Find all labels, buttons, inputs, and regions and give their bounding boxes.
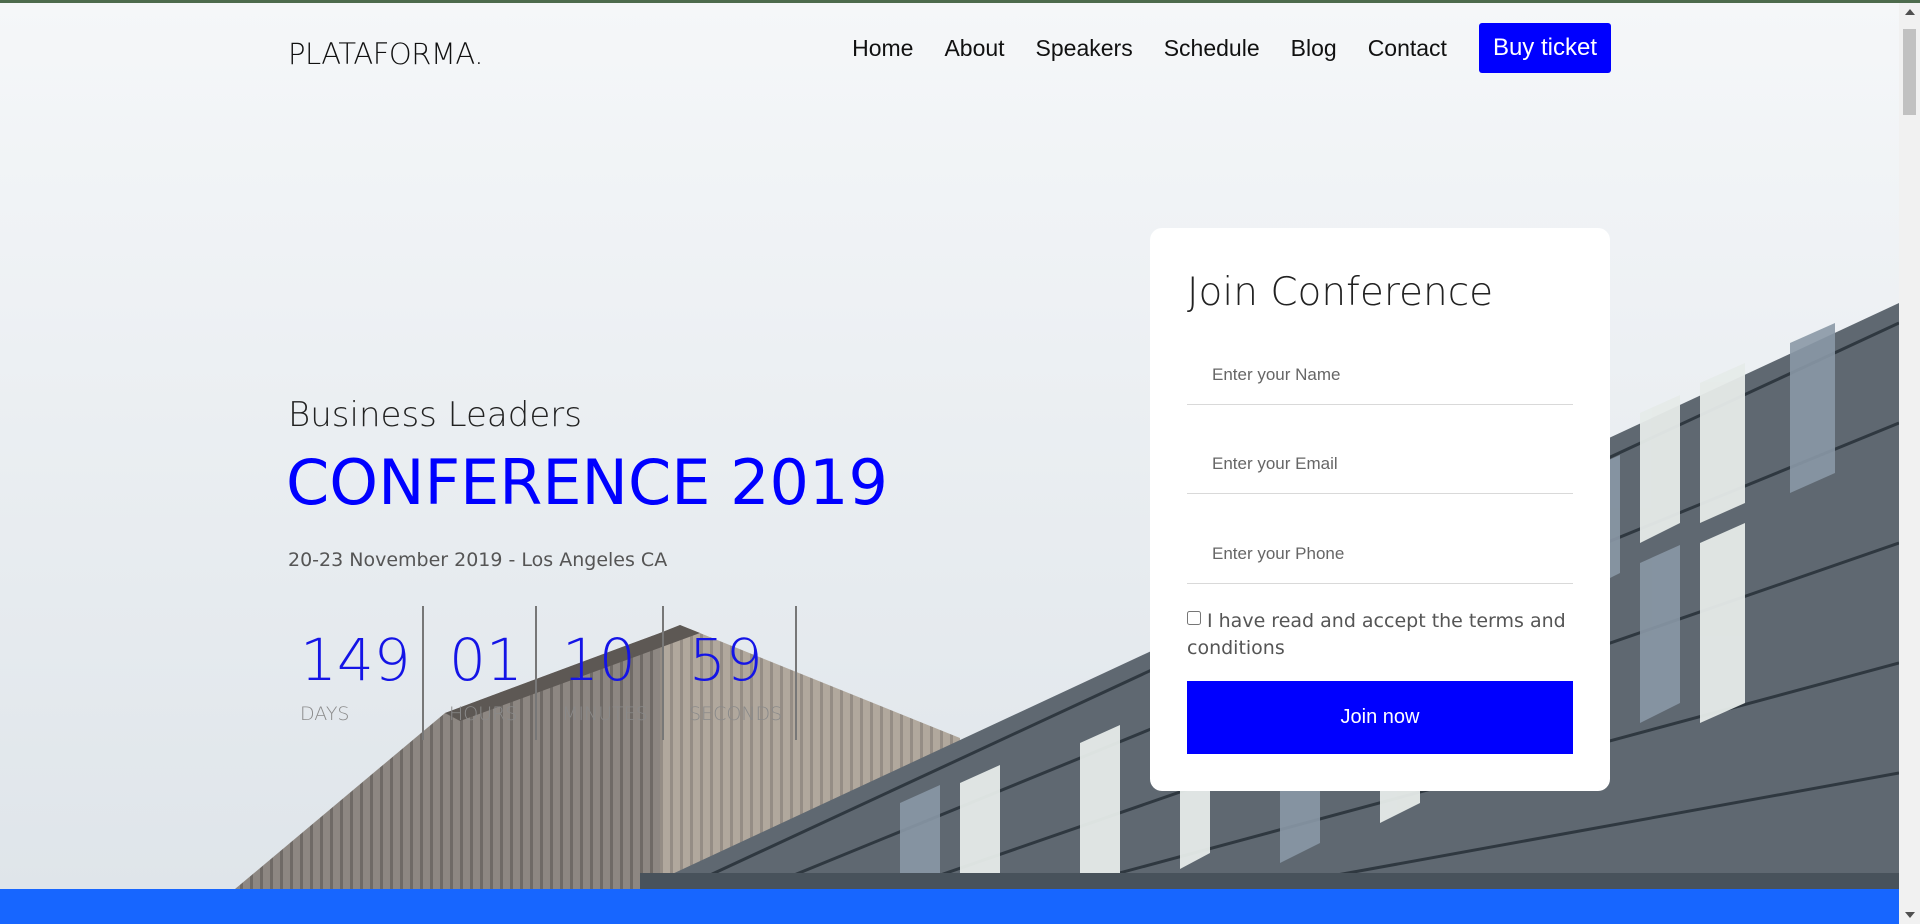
countdown-timer: 149 DAYS 01 HOURS 10 MINUTES 59 SECONDS: [288, 606, 797, 740]
terms-label: I have read and accept the terms and con…: [1187, 610, 1566, 659]
nav-schedule[interactable]: Schedule: [1164, 35, 1260, 62]
window-top-border: [0, 0, 1920, 3]
countdown-minutes-label: MINUTES: [562, 703, 648, 725]
countdown-hours-value: 01: [449, 626, 523, 694]
countdown-hours-label: HOURS: [449, 703, 518, 725]
nav-speakers[interactable]: Speakers: [1036, 35, 1133, 62]
page-scrollbar[interactable]: [1899, 3, 1920, 924]
join-now-button[interactable]: Join now: [1187, 681, 1573, 754]
next-section-band: [0, 889, 1899, 924]
nav-about[interactable]: About: [944, 35, 1004, 62]
countdown-minutes-value: 10: [562, 626, 636, 694]
hero-title: CONFERENCE 2019: [286, 446, 888, 519]
countdown-days-value: 149: [300, 626, 411, 694]
site-logo[interactable]: PLATAFORMA.: [288, 37, 483, 71]
countdown-hours: 01 HOURS: [424, 606, 537, 740]
main-nav: Home About Speakers Schedule Blog Contac…: [821, 23, 1611, 73]
countdown-seconds-label: SECONDS: [689, 703, 783, 725]
name-input[interactable]: [1187, 345, 1573, 405]
scroll-down-arrow-icon[interactable]: [1905, 912, 1915, 918]
building-background-image: [0, 3, 1899, 889]
terms-checkbox[interactable]: [1187, 611, 1201, 625]
hero-section: PLATAFORMA. Home About Speakers Schedule…: [0, 3, 1899, 889]
countdown-seconds-value: 59: [689, 626, 763, 694]
event-date-location: 20-23 November 2019 - Los Angeles CA: [288, 549, 668, 571]
scrollbar-thumb[interactable]: [1903, 29, 1916, 115]
phone-input[interactable]: [1187, 524, 1573, 584]
buy-ticket-button[interactable]: Buy ticket: [1478, 23, 1611, 73]
nav-blog[interactable]: Blog: [1291, 35, 1337, 62]
nav-home[interactable]: Home: [852, 35, 913, 62]
countdown-days: 149 DAYS: [288, 606, 424, 740]
scroll-up-arrow-icon[interactable]: [1905, 9, 1915, 15]
countdown-seconds: 59 SECONDS: [664, 606, 797, 740]
countdown-minutes: 10 MINUTES: [537, 606, 664, 740]
email-input[interactable]: [1187, 434, 1573, 494]
hero-subtitle: Business Leaders: [288, 395, 582, 435]
nav-contact[interactable]: Contact: [1368, 35, 1447, 62]
countdown-days-label: DAYS: [300, 703, 350, 725]
join-conference-form: Join Conference I have read and accept t…: [1150, 228, 1610, 791]
terms-row[interactable]: I have read and accept the terms and con…: [1187, 608, 1567, 662]
form-title: Join Conference: [1187, 270, 1494, 315]
